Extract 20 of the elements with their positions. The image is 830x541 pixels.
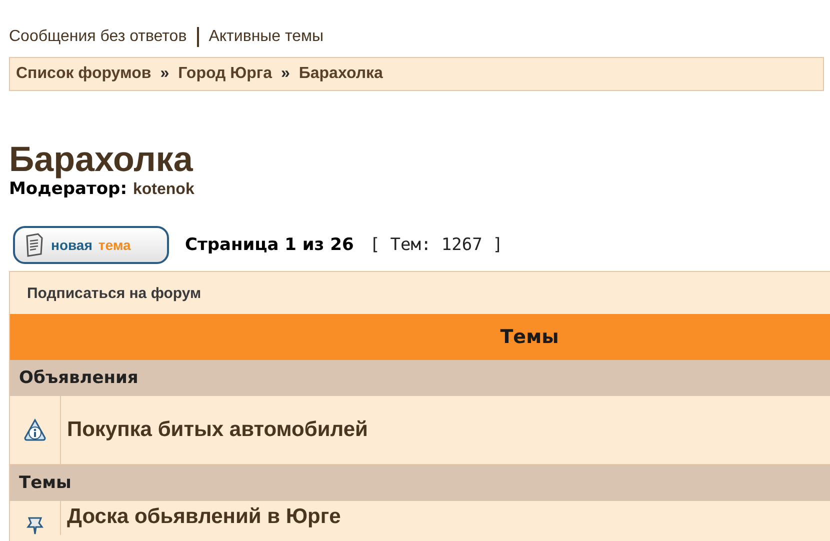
breadcrumb-link[interactable]: Список форумов <box>16 65 152 83</box>
topic-count: [ Тем: 1267 ] <box>370 235 503 255</box>
breadcrumb-separator: » <box>160 65 170 83</box>
subscribe-link[interactable]: Подписаться на форум <box>27 284 202 302</box>
breadcrumb-separator: » <box>280 65 290 83</box>
info-icon <box>23 418 47 442</box>
table-header: Темы <box>10 314 830 360</box>
breadcrumb-link[interactable]: Город Юрга <box>178 65 272 83</box>
pagination-text: Страница 1 из 26 <box>185 235 354 255</box>
nav-link[interactable]: Активные темы <box>208 28 324 46</box>
breadcrumb-link[interactable]: Барахолка <box>298 65 383 83</box>
section-header: Объявления <box>10 360 830 396</box>
moderator-label: Модератор: <box>9 179 127 199</box>
section-header: Темы <box>10 465 830 501</box>
document-icon <box>23 233 45 257</box>
pin-icon <box>25 515 45 535</box>
nav-link[interactable]: Сообщения без ответов <box>9 28 187 46</box>
new-topic-button[interactable]: новая тема <box>13 226 169 264</box>
moderator-link[interactable]: kotenok <box>133 181 194 199</box>
forum-title: Барахолка <box>9 141 194 179</box>
